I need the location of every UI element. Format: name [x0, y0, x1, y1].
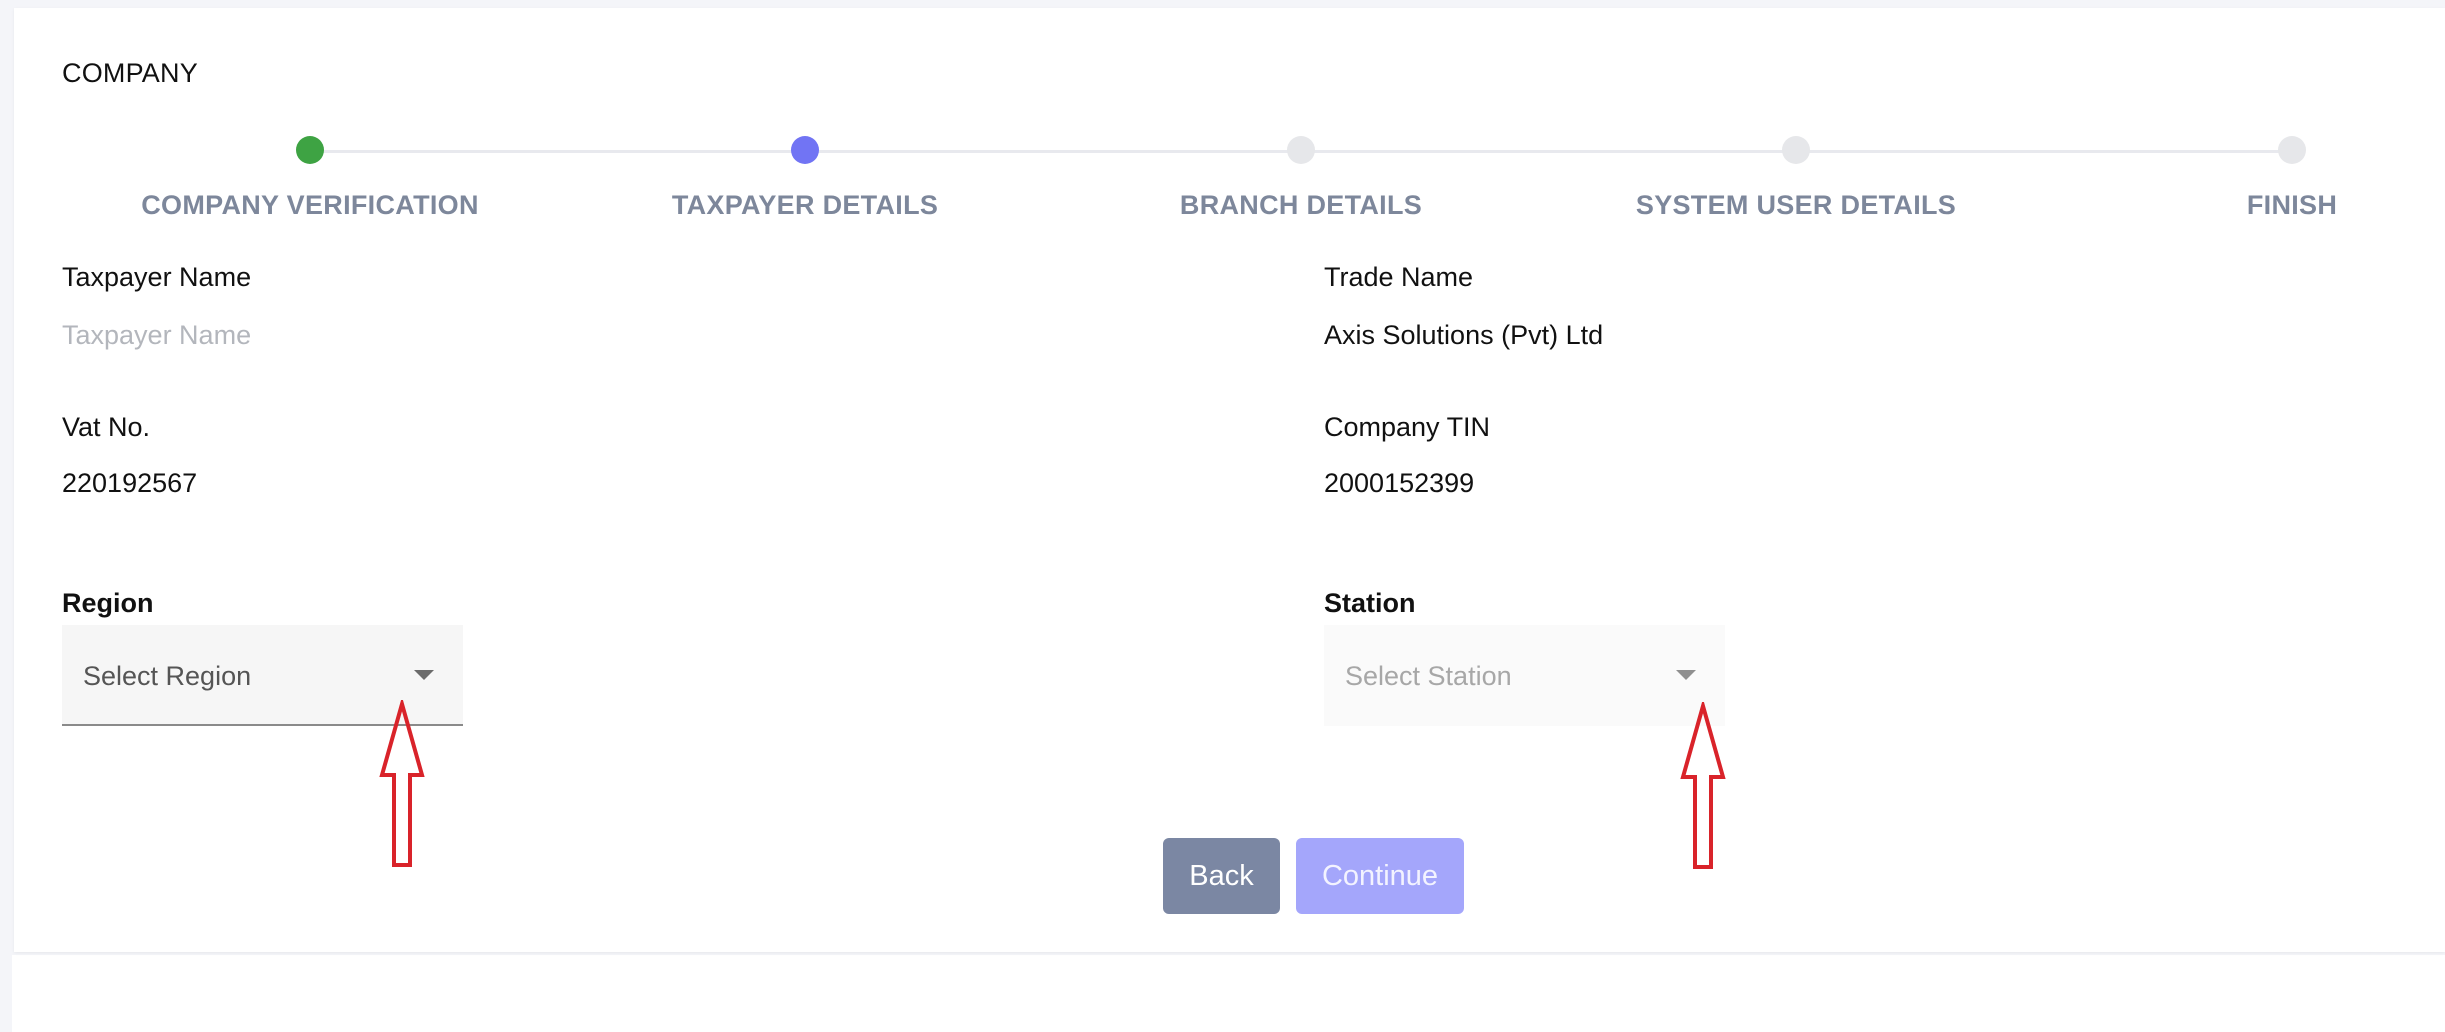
step-pending-dot [1287, 136, 1315, 164]
chevron-down-icon[interactable] [1676, 670, 1696, 680]
taxpayer-name-label: Taxpayer Name [62, 262, 252, 292]
station-label: Station [1324, 588, 1416, 618]
step-label: COMPANY VERIFICATION [141, 190, 479, 220]
trade-name-value: Axis Solutions (Pvt) Ltd [1324, 320, 1604, 350]
trade-name-label: Trade Name [1324, 262, 1474, 292]
annotation-arrow-up-icon [1680, 702, 1726, 869]
step-active-dot [791, 136, 819, 164]
step-label: SYSTEM USER DETAILS [1635, 190, 1957, 220]
step-done-dot [296, 136, 324, 164]
taxpayer-name-field[interactable]: Taxpayer Name [62, 320, 251, 351]
annotation-arrow-up-icon [379, 700, 425, 867]
region-label: Region [62, 588, 154, 618]
station-select-text: Select Station [1345, 661, 1512, 691]
chevron-down-icon[interactable] [414, 670, 434, 680]
station-select[interactable]: Select Station [1324, 625, 1725, 726]
company-tin-label: Company TIN [1324, 412, 1491, 442]
vat-no-label: Vat No. [62, 412, 151, 442]
vat-no-value: 220192567 [62, 468, 198, 498]
company-registration-card: COMPANY COMPANY VERIFICATION TAXPAYER DE… [14, 8, 2445, 952]
step-label: FINISH [2246, 190, 2338, 220]
page-background [12, 955, 2445, 1032]
step-pending-dot [1782, 136, 1810, 164]
step-label: TAXPAYER DETAILS [671, 190, 939, 220]
continue-button[interactable]: Continue [1296, 838, 1464, 914]
region-select-text: Select Region [83, 661, 252, 691]
back-button[interactable]: Back [1163, 838, 1280, 914]
progress-stepper: COMPANY VERIFICATION TAXPAYER DETAILS BR… [14, 8, 2445, 228]
step-pending-dot [2278, 136, 2306, 164]
company-tin-value: 2000152399 [1324, 468, 1475, 498]
step-label: BRANCH DETAILS [1179, 190, 1423, 220]
